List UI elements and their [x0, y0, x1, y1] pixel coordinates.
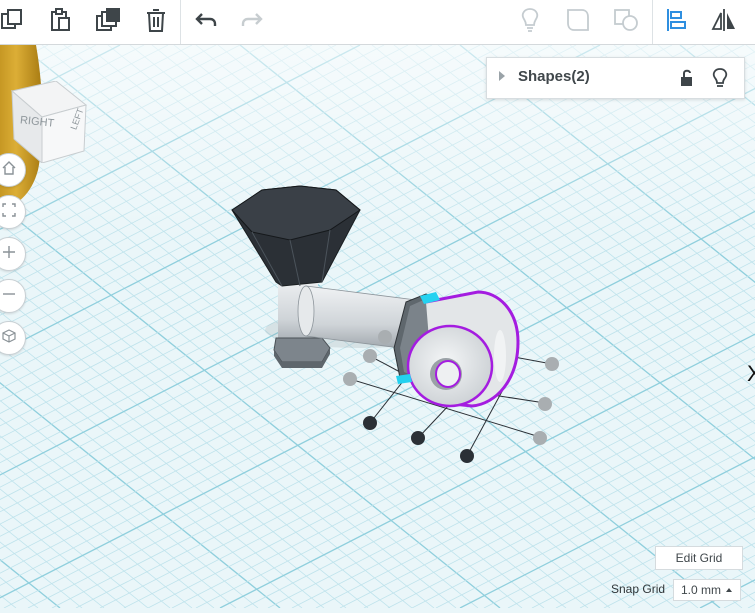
snap-grid-label: Snap Grid [611, 582, 666, 596]
show-all-button[interactable] [510, 0, 550, 44]
perspective-icon [1, 328, 17, 349]
workplane[interactable]: RIGHT LEFT X [0, 44, 755, 609]
home-icon [1, 160, 17, 181]
duplicate-button[interactable] [88, 0, 128, 44]
copy-button[interactable] [0, 0, 32, 44]
duplicate-icon [94, 6, 122, 39]
redo-button[interactable] [232, 0, 272, 44]
mirror-button[interactable] [704, 0, 744, 44]
zoom-in-icon [1, 244, 17, 265]
shapes-panel: Shapes(2) [486, 57, 745, 99]
copy-icon [0, 7, 25, 38]
workplane-grid [0, 44, 755, 609]
shapes-panel-title[interactable]: Shapes(2) [518, 68, 590, 85]
unlock-icon[interactable] [676, 67, 698, 89]
align-button[interactable] [656, 0, 696, 44]
snap-grid-value: 1.0 mm [681, 583, 722, 597]
ungroup-button[interactable] [606, 0, 646, 44]
undo-button[interactable] [186, 0, 226, 44]
paste-button[interactable] [40, 0, 80, 44]
paste-icon [47, 7, 73, 38]
toolbar-separator [652, 0, 653, 44]
toolbar-separator [180, 0, 181, 44]
undo-icon [194, 10, 218, 35]
close-panel-edge[interactable]: X [747, 361, 755, 387]
view-cube[interactable]: RIGHT LEFT [8, 80, 90, 165]
expand-caret-icon[interactable] [499, 71, 505, 81]
mirror-icon [709, 7, 739, 38]
lightbulb-icon [519, 7, 541, 38]
ungroup-icon [612, 7, 640, 38]
group-button[interactable] [558, 0, 598, 44]
toolbar [0, 0, 755, 45]
edit-grid-button[interactable]: Edit Grid [655, 546, 743, 570]
snap-grid-select[interactable]: 1.0 mm [673, 579, 741, 601]
delete-button[interactable] [136, 0, 176, 44]
zoom-out-icon [1, 286, 17, 307]
align-icon [664, 7, 688, 38]
chevron-up-icon [726, 588, 732, 592]
redo-icon [240, 10, 264, 35]
group-icon [565, 7, 591, 38]
trash-icon [144, 7, 168, 38]
fit-all-icon [1, 202, 17, 223]
lightbulb-icon[interactable] [709, 67, 731, 89]
